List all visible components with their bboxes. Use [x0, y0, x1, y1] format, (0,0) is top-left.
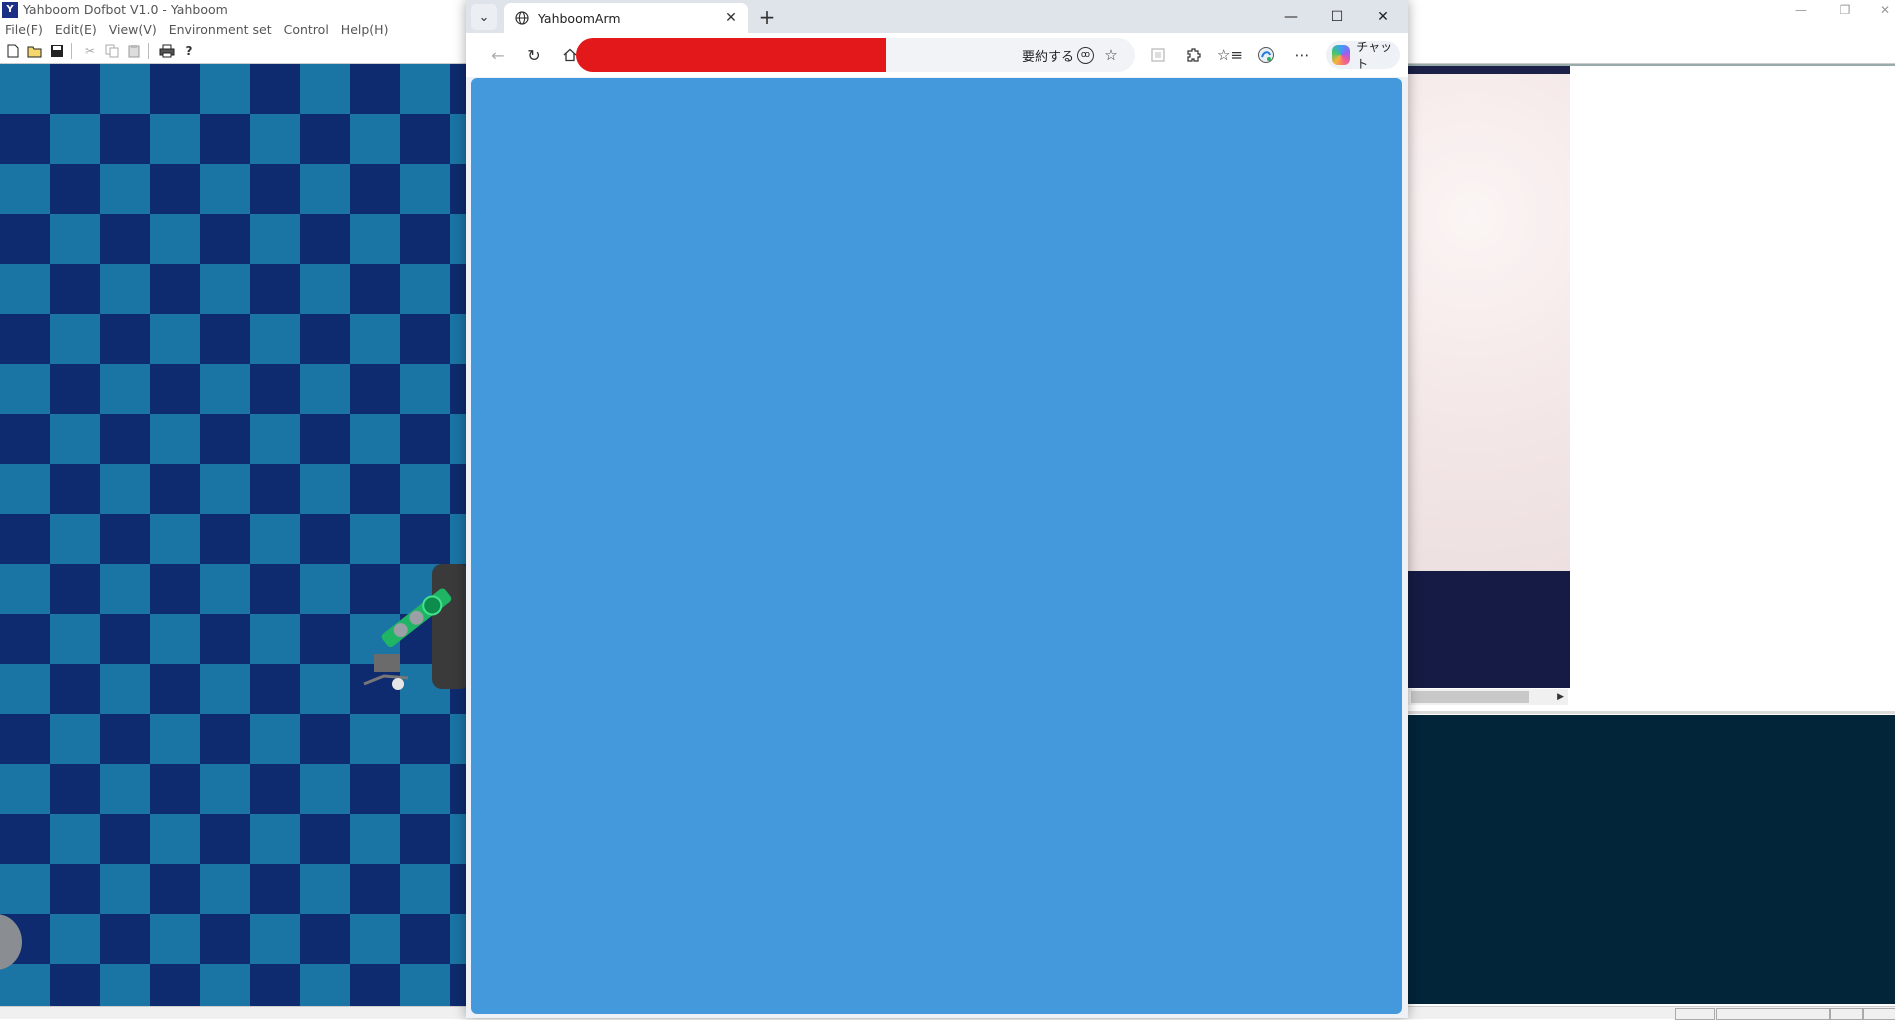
- summarize-label: 要約する: [1022, 49, 1075, 65]
- menu-environment-set[interactable]: Environment set: [164, 22, 279, 37]
- web-page-content[interactable]: [471, 78, 1402, 1014]
- plus-icon: +: [758, 5, 776, 29]
- dark-image-region: [1408, 571, 1570, 688]
- cut-icon[interactable]: ✂: [81, 42, 99, 60]
- chat-label: チャット: [1356, 40, 1393, 71]
- back-button[interactable]: ←: [484, 41, 512, 69]
- more-options-icon[interactable]: ⋯: [1288, 41, 1316, 69]
- navigation-bar: ← ↻ 要約する ꝏ ☆ ☆≡ ⋯ チャット: [466, 33, 1408, 77]
- toolbar-separator: [148, 43, 149, 59]
- robot-arm-model: [363, 564, 466, 690]
- refresh-icon: ↻: [527, 45, 541, 65]
- chevron-down-icon: ⌄: [478, 9, 490, 25]
- split-screen-icon[interactable]: [1144, 41, 1172, 69]
- menu-file[interactable]: File(F): [0, 22, 50, 37]
- sphere-object: [0, 914, 22, 970]
- url-redaction-block: [576, 38, 886, 72]
- arrow-left-icon: ←: [491, 45, 505, 65]
- tab-title: YahboomArm: [538, 10, 621, 26]
- app-close-button[interactable]: ✕: [1870, 0, 1895, 19]
- toolbar-separator: [71, 43, 72, 59]
- paste-icon[interactable]: [125, 42, 143, 60]
- status-cell: [1716, 1008, 1830, 1020]
- refresh-button[interactable]: ↻: [520, 41, 548, 69]
- camera-image-panel: [1408, 64, 1570, 571]
- open-folder-icon[interactable]: [26, 42, 44, 60]
- close-icon: ✕: [1377, 8, 1389, 25]
- globe-icon: [514, 10, 530, 26]
- new-tab-button[interactable]: +: [754, 4, 780, 30]
- app-restore-button[interactable]: ❐: [1830, 0, 1860, 19]
- new-file-icon[interactable]: [4, 42, 22, 60]
- menu-view[interactable]: View(V): [104, 22, 164, 37]
- tab-actions-menu-button[interactable]: ⌄: [471, 4, 497, 30]
- output-console-panel: [1408, 715, 1895, 1004]
- menu-control[interactable]: Control: [279, 22, 336, 37]
- home-icon: [563, 48, 577, 62]
- maximize-button[interactable]: ☐: [1314, 0, 1360, 33]
- tab-close-icon[interactable]: ✕: [722, 9, 740, 27]
- favorite-star-icon[interactable]: ☆: [1100, 44, 1122, 66]
- scroll-right-arrow-icon[interactable]: ▶: [1557, 692, 1564, 702]
- maximize-icon: ☐: [1330, 8, 1344, 25]
- ai-summary-icon: ꝏ: [1077, 46, 1095, 64]
- address-bar[interactable]: 要約する ꝏ ☆: [576, 38, 1135, 72]
- copilot-chat-button[interactable]: チャット: [1326, 40, 1400, 71]
- close-button[interactable]: ✕: [1360, 0, 1406, 33]
- tab-yahboomarm[interactable]: YahboomArm ✕: [504, 3, 748, 33]
- status-cell: [1830, 1008, 1864, 1020]
- copy-icon[interactable]: [103, 42, 121, 60]
- menu-help[interactable]: Help(H): [336, 22, 396, 37]
- app-minimize-button[interactable]: —: [1786, 0, 1816, 19]
- copilot-icon: [1332, 45, 1351, 65]
- side-panel-blank: [1570, 64, 1895, 709]
- minimize-icon: —: [1284, 8, 1298, 25]
- status-cell: [1675, 1008, 1715, 1020]
- save-icon[interactable]: [48, 42, 66, 60]
- help-icon[interactable]: ?: [180, 42, 198, 60]
- 3d-simulation-viewport[interactable]: [0, 64, 466, 1006]
- panel-top-border: [1408, 64, 1895, 66]
- browser-essentials-icon[interactable]: [1252, 41, 1280, 69]
- panel-splitter[interactable]: [1408, 711, 1895, 714]
- horizontal-scrollbar[interactable]: ▶: [1408, 689, 1568, 705]
- extensions-icon[interactable]: [1180, 41, 1208, 69]
- status-cell: [1862, 1008, 1895, 1020]
- minimize-button[interactable]: —: [1268, 0, 1314, 33]
- browser-window: ⌄ YahboomArm ✕ + — ☐ ✕ ← ↻ 要約する ꝏ ☆ ☆≡ ⋯…: [466, 0, 1408, 1018]
- app-title: Yahboom Dofbot V1.0 - Yahboom: [23, 2, 228, 17]
- menu-edit[interactable]: Edit(E): [50, 22, 104, 37]
- print-icon[interactable]: [158, 42, 176, 60]
- tab-strip: ⌄ YahboomArm ✕ + — ☐ ✕: [466, 0, 1408, 33]
- summarize-button[interactable]: 要約する ꝏ: [1022, 44, 1095, 66]
- yahboom-logo-icon: Y: [2, 1, 18, 18]
- scrollbar-thumb[interactable]: [1411, 691, 1529, 703]
- favorites-collection-icon[interactable]: ☆≡: [1216, 41, 1244, 69]
